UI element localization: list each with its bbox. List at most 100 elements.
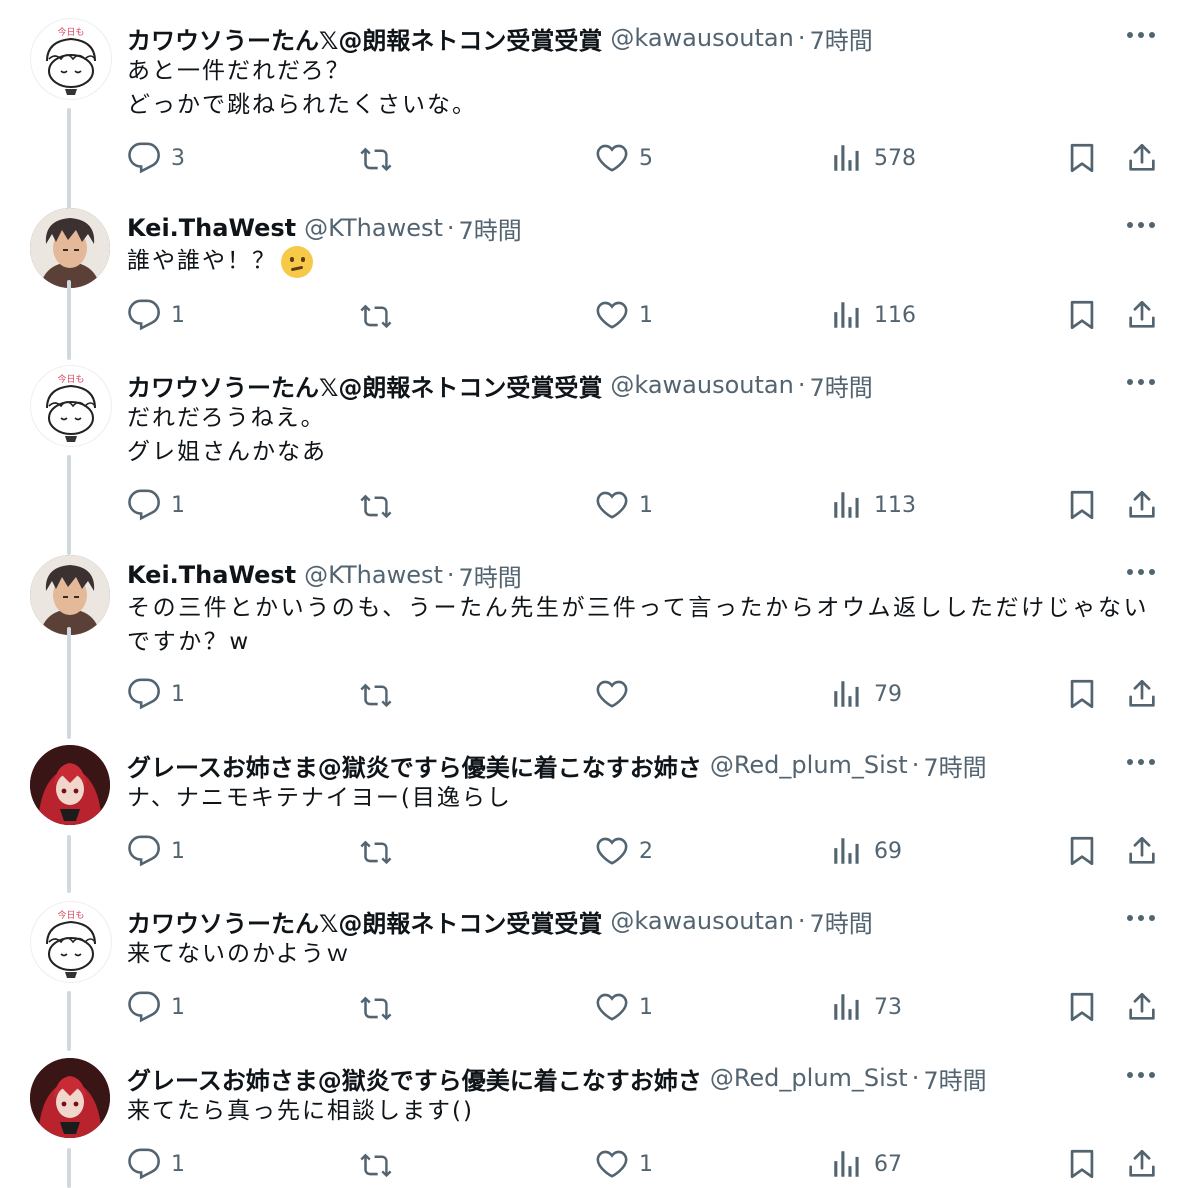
bookmark-button[interactable] — [1065, 987, 1099, 1027]
tweet-text: あと一件だれだろ？ どっかで跳ねられたくさいな。 — [127, 54, 1158, 122]
tweet-header: グレースお姉さま@獄炎ですら優美に着こなすお姉さ @Red_plum_Sist … — [127, 745, 1098, 785]
reply-icon — [128, 299, 160, 331]
views-button[interactable]: 79 — [830, 674, 902, 714]
user-handle[interactable]: @Red_plum_Sist — [710, 751, 908, 779]
user-handle[interactable]: @KThawest — [304, 214, 443, 242]
avatar[interactable]: 今日も — [30, 901, 112, 983]
like-button[interactable]: 1 — [595, 1144, 653, 1184]
tweet[interactable]: グレースお姉さま@獄炎ですら優美に着こなすお姉さ @Red_plum_Sist … — [0, 1058, 1188, 1188]
avatar[interactable]: 今日も — [30, 365, 112, 447]
like-button[interactable]: 1 — [595, 485, 653, 525]
action-bar: 3 5 578 — [127, 138, 1158, 178]
timestamp[interactable]: 7時間 — [923, 1061, 986, 1096]
display-name[interactable]: グレースお姉さま@獄炎ですら優美に着こなすお姉さ — [127, 1061, 702, 1096]
bookmark-button[interactable] — [1065, 295, 1099, 335]
more-icon[interactable] — [1124, 747, 1158, 777]
share-button[interactable] — [1125, 485, 1159, 525]
views-button[interactable]: 116 — [830, 295, 916, 335]
share-button[interactable] — [1125, 138, 1159, 178]
like-icon — [596, 1150, 628, 1178]
share-button[interactable] — [1125, 674, 1159, 714]
user-handle[interactable]: @Red_plum_Sist — [710, 1064, 908, 1092]
views-button[interactable]: 73 — [830, 987, 902, 1027]
timestamp[interactable]: 7時間 — [923, 748, 986, 783]
views-button[interactable]: 69 — [830, 831, 902, 871]
tweet[interactable]: グレースお姉さま@獄炎ですら優美に着こなすお姉さ @Red_plum_Sist … — [0, 745, 1188, 900]
tweet[interactable]: 今日も カワウソうーたん𝕏@朗報ネトコン受賞受賞 @kawausoutan · … — [0, 901, 1188, 1058]
tweet[interactable]: 今日も カワウソうーたん𝕏@朗報ネトコン受賞受賞 @kawausoutan · … — [0, 18, 1188, 220]
tweet[interactable]: Kei.ThaWest @KThawest · 7時間 その三件とかいうのも、う… — [0, 555, 1188, 745]
timestamp[interactable]: 7時間 — [459, 558, 522, 593]
retweet-button[interactable] — [359, 674, 403, 714]
kawa-sketch-avatar: 今日も — [46, 26, 96, 95]
reply-button[interactable]: 1 — [127, 295, 185, 335]
bookmark-button[interactable] — [1065, 138, 1099, 178]
timestamp[interactable]: 7時間 — [809, 368, 872, 403]
share-button[interactable] — [1125, 831, 1159, 871]
views-button[interactable]: 113 — [830, 485, 916, 525]
like-button[interactable]: 5 — [595, 138, 653, 178]
retweet-button[interactable] — [359, 1144, 403, 1184]
like-button[interactable]: 1 — [595, 987, 653, 1027]
timestamp[interactable]: 7時間 — [809, 904, 872, 939]
bookmark-button[interactable] — [1065, 1144, 1099, 1184]
display-name[interactable]: カワウソうーたん𝕏@朗報ネトコン受賞受賞 — [127, 368, 602, 403]
avatar[interactable] — [30, 745, 110, 825]
reply-button[interactable]: 1 — [127, 485, 185, 525]
user-handle[interactable]: @kawausoutan — [610, 371, 793, 399]
reply-button[interactable]: 1 — [127, 674, 185, 714]
tweet-text: 誰や誰や！？ — [127, 244, 1158, 278]
more-icon[interactable] — [1124, 367, 1158, 397]
display-name[interactable]: Kei.ThaWest — [127, 214, 296, 242]
reply-button[interactable]: 3 — [127, 138, 185, 178]
share-button[interactable] — [1125, 1144, 1159, 1184]
like-button[interactable]: 1 — [595, 295, 653, 335]
separator-dot: · — [911, 751, 920, 779]
tweet[interactable]: 今日も カワウソうーたん𝕏@朗報ネトコン受賞受賞 @kawausoutan · … — [0, 365, 1188, 555]
share-icon — [1129, 836, 1155, 864]
timestamp[interactable]: 7時間 — [809, 21, 872, 56]
views-button[interactable]: 67 — [830, 1144, 902, 1184]
more-icon[interactable] — [1124, 20, 1158, 50]
action-bar: 1 2 69 — [127, 831, 1158, 871]
share-button[interactable] — [1125, 295, 1159, 335]
avatar[interactable] — [30, 208, 110, 288]
avatar[interactable]: 今日も — [30, 18, 112, 100]
tweet[interactable]: Kei.ThaWest @KThawest · 7時間 誰や誰や！？ 1 1 1… — [0, 208, 1188, 368]
reply-button[interactable]: 1 — [127, 1144, 185, 1184]
like-button[interactable] — [595, 674, 639, 714]
tweet-header: グレースお姉さま@獄炎ですら優美に着こなすお姉さ @Red_plum_Sist … — [127, 1058, 1098, 1098]
more-icon[interactable] — [1124, 210, 1158, 240]
like-button[interactable]: 2 — [595, 831, 653, 871]
display-name[interactable]: カワウソうーたん𝕏@朗報ネトコン受賞受賞 — [127, 21, 602, 56]
more-icon[interactable] — [1124, 903, 1158, 933]
user-handle[interactable]: @kawausoutan — [610, 907, 793, 935]
reply-button[interactable]: 1 — [127, 987, 185, 1027]
display-name[interactable]: グレースお姉さま@獄炎ですら優美に着こなすお姉さ — [127, 748, 702, 783]
display-name[interactable]: Kei.ThaWest — [127, 561, 296, 589]
more-icon[interactable] — [1124, 1060, 1158, 1090]
retweet-button[interactable] — [359, 138, 403, 178]
avatar[interactable] — [30, 1058, 110, 1138]
retweet-button[interactable] — [359, 831, 403, 871]
bookmark-button[interactable] — [1065, 674, 1099, 714]
display-name[interactable]: カワウソうーたん𝕏@朗報ネトコン受賞受賞 — [127, 904, 602, 939]
share-button[interactable] — [1125, 987, 1159, 1027]
thread-line — [67, 1148, 71, 1188]
retweet-button[interactable] — [359, 987, 403, 1027]
user-handle[interactable]: @KThawest — [304, 561, 443, 589]
views-button[interactable]: 578 — [830, 138, 916, 178]
bookmark-button[interactable] — [1065, 485, 1099, 525]
action-bar: 1 1 113 — [127, 485, 1158, 525]
retweet-button[interactable] — [359, 295, 403, 335]
timestamp[interactable]: 7時間 — [459, 211, 522, 246]
avatar[interactable] — [30, 555, 110, 635]
tweet-text: 来てないのかようｗ — [127, 937, 1158, 971]
user-handle[interactable]: @kawausoutan — [610, 24, 793, 52]
retweet-button[interactable] — [359, 485, 403, 525]
more-icon[interactable] — [1124, 557, 1158, 587]
retweet-icon — [360, 494, 392, 519]
bookmark-button[interactable] — [1065, 831, 1099, 871]
reply-button[interactable]: 1 — [127, 831, 185, 871]
reply-icon — [128, 991, 160, 1023]
